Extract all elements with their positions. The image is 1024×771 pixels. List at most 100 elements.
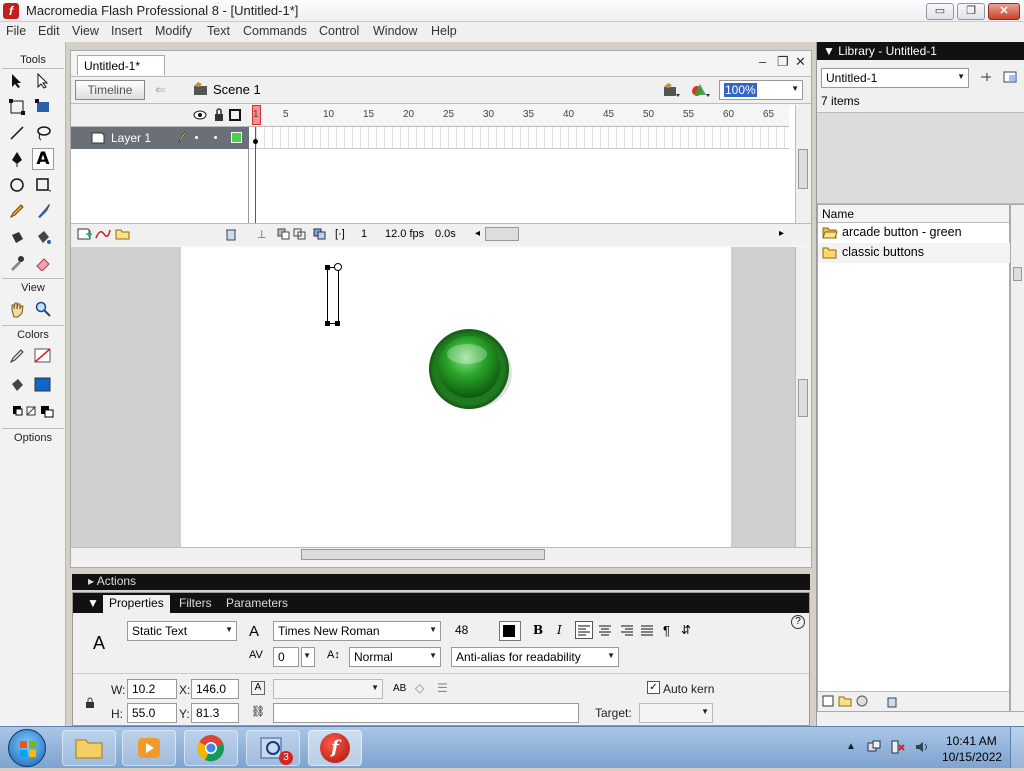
start-button[interactable] bbox=[8, 729, 46, 767]
lock-dot[interactable] bbox=[214, 136, 217, 139]
library-item[interactable]: classic buttons bbox=[818, 243, 1011, 263]
name-column-header[interactable]: Name bbox=[818, 205, 1009, 223]
scroll-left-arrow[interactable]: ◂ bbox=[475, 228, 480, 239]
oval-tool-icon[interactable] bbox=[6, 174, 28, 196]
align-center-icon[interactable] bbox=[597, 622, 613, 641]
show-hidden-icons-icon[interactable]: ▲ bbox=[846, 741, 856, 752]
target-select[interactable] bbox=[639, 703, 713, 723]
font-family-select[interactable]: Times New Roman bbox=[273, 621, 441, 641]
show-desktop-button[interactable] bbox=[1010, 727, 1024, 768]
free-transform-tool-icon[interactable] bbox=[6, 96, 28, 118]
font-size-field[interactable]: 48 bbox=[451, 621, 479, 641]
link-url-field[interactable] bbox=[273, 703, 579, 723]
zoom-tool-icon[interactable] bbox=[32, 298, 54, 320]
add-motion-guide-icon[interactable] bbox=[95, 228, 111, 243]
frame-cells[interactable] bbox=[249, 127, 789, 149]
file-explorer-taskbar-icon[interactable] bbox=[62, 730, 116, 766]
outline-icon[interactable] bbox=[229, 109, 241, 124]
frame-rate[interactable]: 12.0 fps bbox=[385, 228, 424, 240]
lock-icon[interactable] bbox=[85, 697, 95, 712]
flash-taskbar-icon[interactable]: f bbox=[308, 730, 362, 766]
onion-outlines-icon[interactable] bbox=[293, 228, 307, 243]
menu-window[interactable]: Window bbox=[373, 24, 417, 38]
width-field[interactable]: 10.2 bbox=[127, 679, 177, 699]
text-type-select[interactable]: Static Text bbox=[127, 621, 237, 641]
text-box[interactable] bbox=[327, 267, 339, 324]
scroll-thumb[interactable] bbox=[798, 379, 808, 417]
minimize-button[interactable]: ▭ bbox=[926, 3, 954, 20]
layer-row[interactable]: Layer 1 bbox=[71, 127, 249, 149]
library-document-select[interactable]: Untitled-1 bbox=[821, 68, 969, 88]
bold-button[interactable]: B bbox=[533, 623, 543, 637]
help-icon[interactable]: ? bbox=[791, 615, 805, 629]
eyedropper-tool-icon[interactable] bbox=[6, 252, 28, 274]
menu-commands[interactable]: Commands bbox=[243, 24, 307, 38]
rectangle-tool-icon[interactable] bbox=[32, 174, 54, 196]
new-folder-icon[interactable] bbox=[838, 695, 852, 710]
text-tool-icon[interactable]: A bbox=[32, 148, 54, 170]
search-app-taskbar-icon[interactable]: 3 bbox=[246, 730, 300, 766]
doc-restore-button[interactable]: ❐ bbox=[777, 54, 789, 70]
pencil-tool-icon[interactable] bbox=[6, 200, 28, 222]
clock-date[interactable]: 10/15/2022 bbox=[942, 750, 1002, 764]
text-box-handle[interactable] bbox=[335, 321, 340, 326]
stroke-color-icon[interactable] bbox=[6, 345, 28, 367]
trash-icon[interactable] bbox=[225, 227, 237, 244]
scene-label[interactable]: Scene 1 bbox=[213, 82, 261, 97]
chrome-taskbar-icon[interactable] bbox=[184, 730, 238, 766]
stage-area[interactable] bbox=[71, 247, 795, 547]
edit-symbols-icon[interactable] bbox=[691, 82, 711, 101]
frame-ruler[interactable]: 1 5 10 15 20 25 30 35 40 45 50 55 60 65 bbox=[249, 105, 789, 127]
align-right-icon[interactable] bbox=[619, 622, 635, 641]
color-swap-icons[interactable] bbox=[6, 400, 60, 422]
layer-name[interactable]: Layer 1 bbox=[111, 131, 151, 145]
collapse-arrow-icon[interactable]: ▼ bbox=[87, 596, 99, 610]
ink-bottle-tool-icon[interactable] bbox=[6, 226, 28, 248]
stage-hscroll[interactable] bbox=[71, 547, 811, 561]
timeline-vscroll[interactable] bbox=[795, 105, 811, 223]
menu-view[interactable]: View bbox=[72, 24, 99, 38]
lasso-tool-icon[interactable] bbox=[32, 122, 54, 144]
letter-spacing-field[interactable]: 0 bbox=[273, 647, 299, 667]
paint-bucket-tool-icon[interactable] bbox=[32, 226, 54, 248]
library-header[interactable]: ▼ Library - Untitled-1 bbox=[817, 42, 1024, 60]
onion-skin-icon[interactable] bbox=[277, 228, 291, 243]
media-player-taskbar-icon[interactable] bbox=[122, 730, 176, 766]
letter-spacing-dropdown[interactable] bbox=[301, 647, 315, 667]
scroll-thumb[interactable] bbox=[1013, 267, 1022, 281]
brush-tool-icon[interactable] bbox=[32, 200, 54, 222]
timeline-toggle-button[interactable]: Timeline bbox=[75, 80, 145, 100]
selectable-icon[interactable]: AB bbox=[393, 683, 406, 694]
library-item[interactable]: arcade button - green bbox=[818, 223, 1011, 243]
url-link-select[interactable] bbox=[273, 679, 383, 699]
fill-color-swatch[interactable] bbox=[32, 374, 54, 396]
zoom-select[interactable]: 100% bbox=[719, 80, 803, 100]
scroll-thumb[interactable] bbox=[798, 149, 808, 189]
back-arrow-icon[interactable]: ⇐ bbox=[155, 82, 166, 98]
tab-properties[interactable]: Properties bbox=[103, 595, 170, 613]
clock-time[interactable]: 10:41 AM bbox=[946, 734, 997, 748]
add-layer-icon[interactable] bbox=[77, 228, 93, 243]
network-icon[interactable] bbox=[866, 739, 882, 758]
align-left-icon[interactable] bbox=[575, 621, 593, 639]
doc-minimize-button[interactable]: – bbox=[759, 54, 766, 69]
fill-transform-tool-icon[interactable] bbox=[32, 96, 54, 118]
justify-icon[interactable] bbox=[639, 622, 655, 641]
stroke-color-swatch[interactable] bbox=[32, 345, 54, 367]
outline-color-swatch[interactable] bbox=[231, 132, 242, 143]
eye-icon[interactable] bbox=[193, 109, 207, 124]
timeline-hscroll-thumb[interactable] bbox=[485, 227, 519, 241]
selection-tool-icon[interactable] bbox=[6, 70, 28, 92]
menu-help[interactable]: Help bbox=[431, 24, 457, 38]
tab-filters[interactable]: Filters bbox=[179, 596, 212, 610]
action-center-icon[interactable] bbox=[890, 739, 906, 758]
pen-tool-icon[interactable] bbox=[6, 148, 28, 170]
tab-parameters[interactable]: Parameters bbox=[226, 596, 288, 610]
anti-alias-select[interactable]: Anti-alias for readability bbox=[451, 647, 619, 667]
pin-library-icon[interactable] bbox=[979, 70, 993, 87]
menu-modify[interactable]: Modify bbox=[155, 24, 192, 38]
paragraph-format-icon[interactable]: ¶ bbox=[663, 623, 670, 638]
doc-close-button[interactable]: ✕ bbox=[795, 54, 806, 70]
arcade-button-green[interactable] bbox=[427, 329, 513, 414]
text-box-handle[interactable] bbox=[325, 265, 330, 270]
